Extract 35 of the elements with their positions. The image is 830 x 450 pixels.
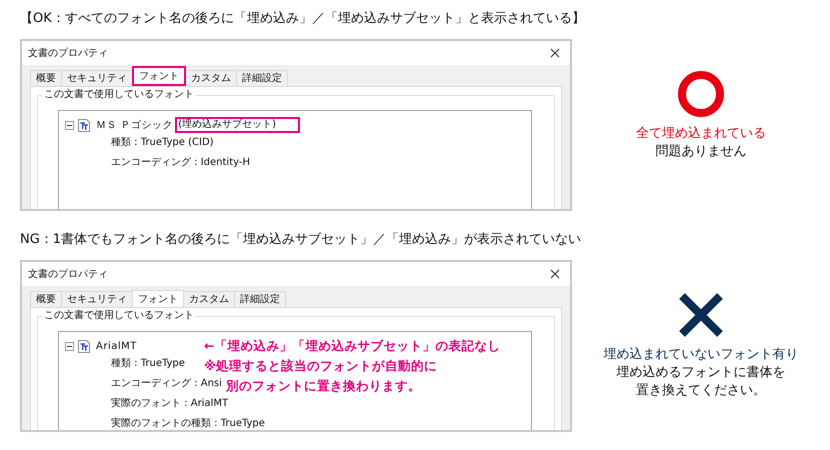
close-icon[interactable] [550,269,560,279]
collapse-icon[interactable] [65,342,74,350]
window-title: 文書のプロパティ [28,46,108,60]
font-property: 種類 : TrueType (CID) [111,136,214,150]
font-name: ＭＳ Ｐゴシック [96,119,174,132]
font-file-icon [78,340,90,352]
font-name: ArialMT [96,340,137,352]
verdict-text: 埋め込めるフォントに書体を [616,364,786,382]
tab[interactable]: 詳細設定 [236,70,288,86]
font-file-icon [78,118,90,132]
font-property: エンコーディング : Ansi [111,377,222,391]
window-title: 文書のプロパティ [28,268,108,281]
font-property: 種類 : TrueType [111,356,185,371]
font-property: エンコーディング : Identity-H [111,156,250,170]
circle-mark-icon [678,71,724,117]
verdict-text: 全て埋め込まれている [636,125,766,143]
section-heading: 【OK：すべてのフォント名の後ろに「埋め込み」／「埋め込みサブセット」と表示されている】 [20,10,586,28]
tab[interactable]: 詳細設定 [234,291,286,307]
section-heading: NG：1書体でもフォント名の後ろに「埋め込みサブセット」／「埋め込み」が表示されていない [20,231,582,249]
embed-tag: (埋め込みサブセット) [175,117,300,133]
cross-mark-icon [678,292,724,338]
callout-text: ←「埋め込み」「埋め込みサブセット」の表記なし [204,337,500,355]
collapse-icon[interactable] [65,120,74,130]
tab[interactable]: フォント [132,66,186,86]
tab[interactable]: 概要 [30,70,62,86]
tab[interactable]: フォント [132,290,184,307]
verdict-text: 置き換えてください。 [636,382,766,400]
font-property: 実際のフォント : ArialMT [111,396,228,411]
verdict-text: 埋め込まれていないフォント有り [604,346,799,364]
tab[interactable]: 概要 [30,291,62,307]
callout-text: ※処理すると該当のフォントが自動的に [204,357,438,375]
font-property: 実際のフォントの種類 : TrueType [111,416,265,430]
verdict-text: 問題ありません [656,143,747,161]
callout-text: 別のフォントに置き換わります。 [226,377,421,395]
close-icon[interactable] [550,48,560,58]
